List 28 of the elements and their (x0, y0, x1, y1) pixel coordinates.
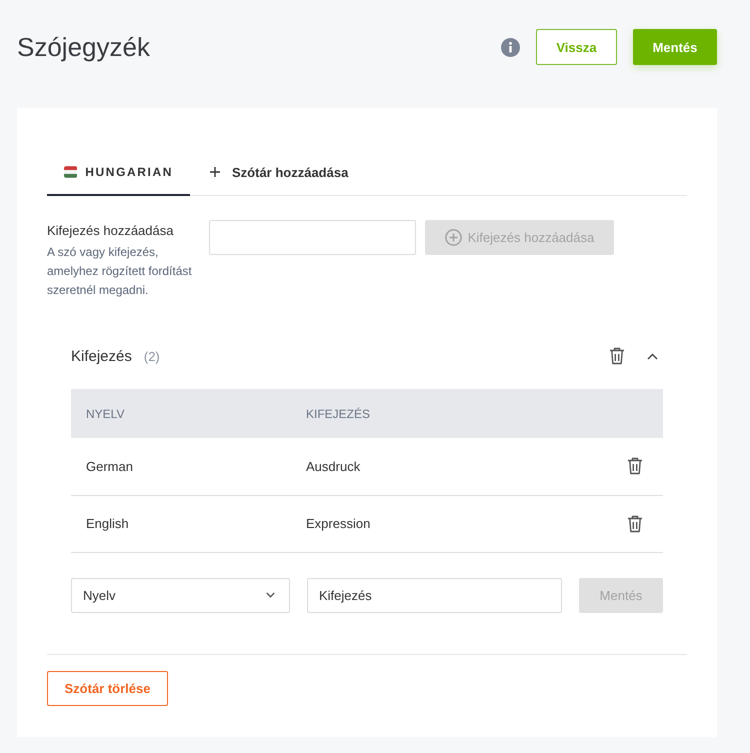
language-tab[interactable]: HUNGARIAN (47, 150, 190, 196)
plus-icon (210, 167, 220, 177)
delete-icon[interactable] (627, 457, 643, 476)
table-cell: German (86, 458, 133, 474)
table-cell: Ausdruck (306, 458, 360, 474)
field-label: Kifejezés hozzáadása (47, 223, 174, 238)
add-dictionary-tab[interactable]: Szótár hozzáadása (190, 150, 368, 196)
save-button[interactable]: Mentés (633, 29, 717, 65)
caret-icon (266, 592, 275, 598)
group-count: (2) (144, 348, 161, 364)
flag-icon (64, 164, 78, 180)
page-title: Szójegyzék (17, 32, 151, 62)
table-cell: Expression (306, 516, 370, 531)
expression-input[interactable]: Kifejezés (307, 578, 562, 612)
table-cell: English (86, 516, 129, 531)
column-header: KIFEJEZÉS (306, 406, 370, 420)
plus-circle-icon (444, 229, 462, 246)
expression-input[interactable] (209, 220, 416, 255)
info-icon[interactable] (501, 38, 520, 56)
column-header: NYELV (86, 406, 124, 420)
language-select[interactable]: Nyelv (71, 578, 290, 612)
group-title: Kifejezés (71, 348, 132, 364)
delete-icon[interactable] (627, 514, 643, 532)
delete-dictionary-button[interactable]: Szótár törlése (47, 670, 168, 706)
field-description: A szó vagy kifejezés, amelyhez rögzített fordítást szeretnél megadni. (47, 244, 193, 299)
chevron-up-icon[interactable] (647, 352, 658, 360)
back-button[interactable]: Vissza (536, 29, 617, 65)
delete-icon[interactable] (609, 347, 625, 365)
